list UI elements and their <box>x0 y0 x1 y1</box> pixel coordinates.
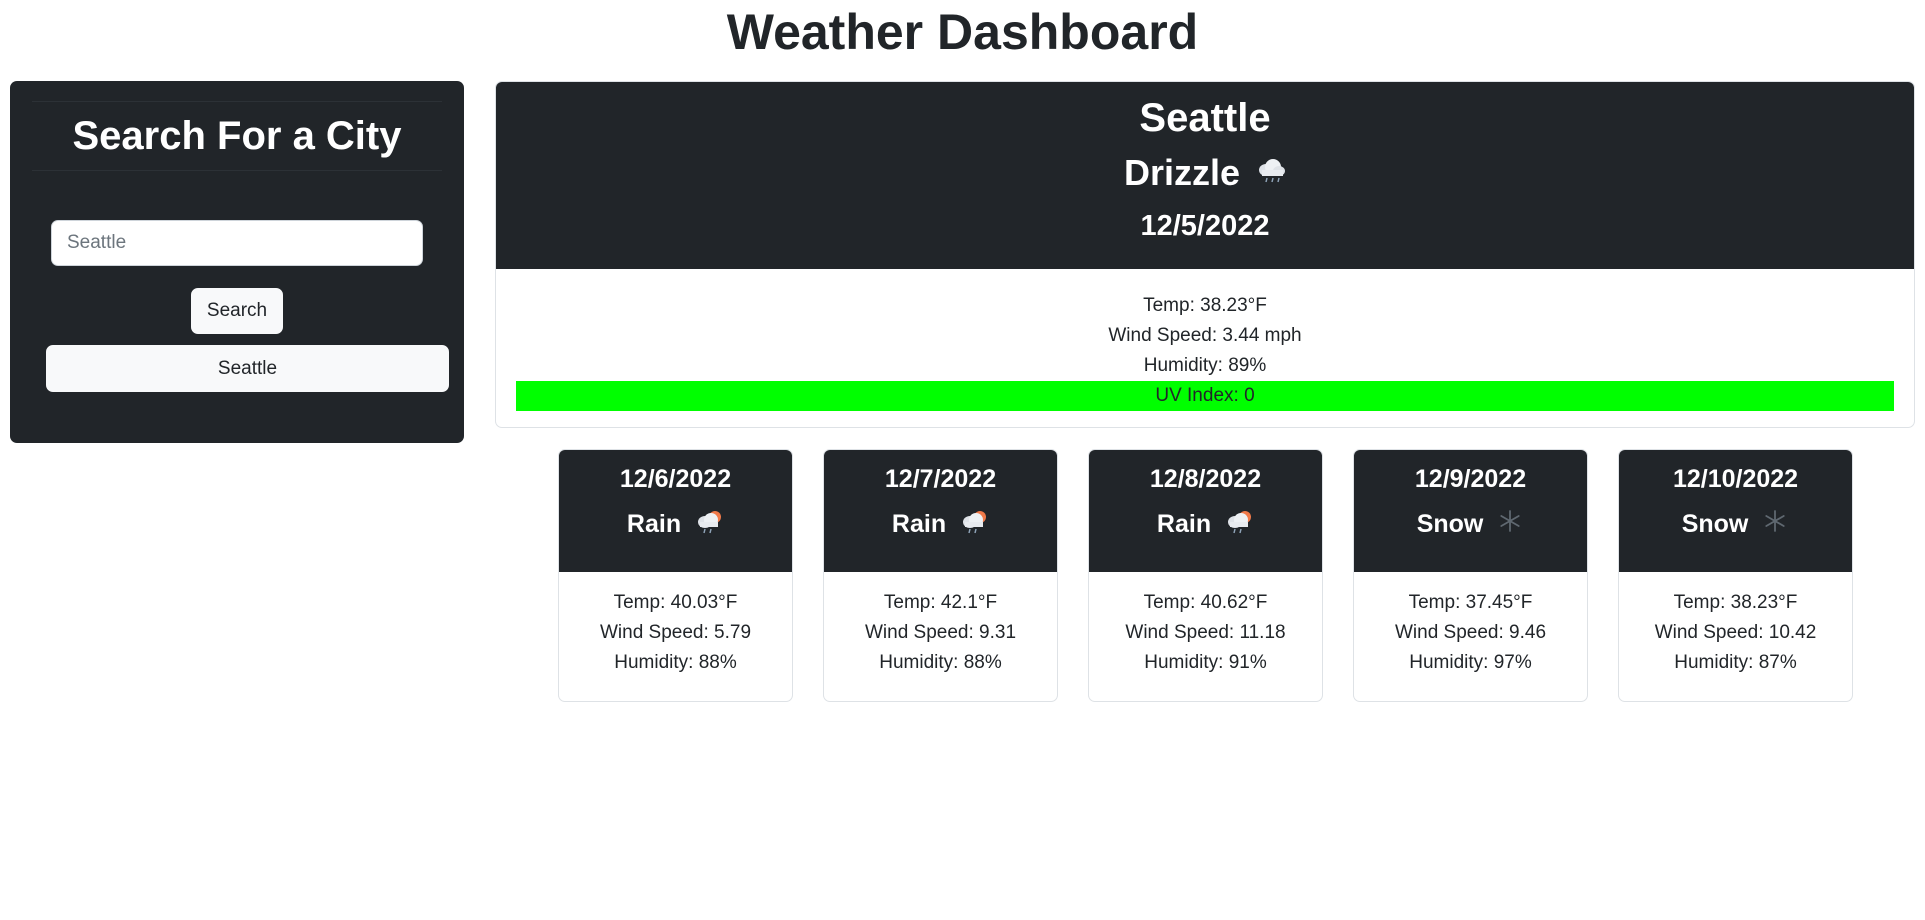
forecast-condition-label: Rain <box>626 510 682 538</box>
current-humidity: Humidity: 89% <box>1143 355 1267 376</box>
current-temp: Temp: 38.23°F <box>1143 295 1267 316</box>
forecast-humidity: Humidity: 91% <box>1144 652 1267 673</box>
forecast-card-header: 12/9/2022 Snow <box>1354 450 1587 572</box>
forecast-wind: Wind Speed: 11.18 <box>1125 622 1286 643</box>
sidebar-heading: Search For a City <box>32 101 442 171</box>
forecast-date: 12/8/2022 <box>1149 465 1262 493</box>
forecast-card: 12/7/2022 Rain Temp: 42.1°F Wind Speed: … <box>823 449 1058 702</box>
forecast-details: Temp: 40.03°F Wind Speed: 5.79 Humidity:… <box>559 588 792 678</box>
history-item-seattle[interactable]: Seattle <box>46 345 449 392</box>
forecast-humidity: Humidity: 88% <box>614 652 737 673</box>
forecast-card: 12/8/2022 Rain Temp: 40.62°F Wind Speed:… <box>1088 449 1323 702</box>
forecast-temp: Temp: 40.03°F <box>613 592 738 613</box>
forecast-card: 12/9/2022 Snow Temp: 37.45°F Wind Speed:… <box>1353 449 1588 702</box>
forecast-details: Temp: 38.23°F Wind Speed: 10.42 Humidity… <box>1619 588 1852 678</box>
current-condition: Drizzle <box>496 150 1914 198</box>
forecast-temp: Temp: 38.23°F <box>1673 592 1798 613</box>
forecast-date: 12/10/2022 <box>1672 465 1799 493</box>
uv-index-bar: UV Index: 0 <box>516 381 1894 411</box>
page-title: Weather Dashboard <box>726 4 1199 60</box>
forecast-card-header: 12/7/2022 Rain <box>824 450 1057 572</box>
forecast-humidity: Humidity: 97% <box>1409 652 1532 673</box>
forecast-details: Temp: 42.1°F Wind Speed: 9.31 Humidity: … <box>824 588 1057 678</box>
cloud-drizzle-icon <box>1256 152 1286 198</box>
forecast-wind: Wind Speed: 5.79 <box>599 622 752 643</box>
search-button[interactable]: Search <box>191 288 283 334</box>
city-search-input[interactable] <box>51 220 423 266</box>
current-wind: Wind Speed: 3.44 mph <box>1108 325 1302 346</box>
forecast-card: 12/10/2022 Snow Temp: 38.23°F Wind Speed… <box>1618 449 1853 702</box>
forecast-condition-label: Rain <box>891 510 947 538</box>
forecast-card-header: 12/6/2022 Rain <box>559 450 792 572</box>
forecast-condition-label: Rain <box>1156 510 1212 538</box>
rain-icon <box>959 507 989 544</box>
forecast-wind: Wind Speed: 9.46 <box>1394 622 1547 643</box>
forecast-humidity: Humidity: 88% <box>879 652 1002 673</box>
rain-icon <box>1224 507 1254 544</box>
current-condition-label: Drizzle <box>1123 152 1241 193</box>
forecast-wind: Wind Speed: 9.31 <box>864 622 1017 643</box>
current-city: Seattle <box>1139 96 1271 140</box>
forecast-condition-label: Snow <box>1681 510 1749 538</box>
forecast-date: 12/7/2022 <box>884 465 997 493</box>
search-sidebar: Search For a City Search Seattle <box>10 81 464 443</box>
forecast-condition-label: Snow <box>1416 510 1484 538</box>
forecast-details: Temp: 37.45°F Wind Speed: 9.46 Humidity:… <box>1354 588 1587 678</box>
rain-icon <box>694 507 724 544</box>
forecast-condition: Rain <box>824 506 1057 544</box>
current-weather-details: Temp: 38.23°F Wind Speed: 3.44 mph Humid… <box>496 269 1914 411</box>
forecast-card-header: 12/8/2022 Rain <box>1089 450 1322 572</box>
forecast-condition: Rain <box>1089 506 1322 544</box>
forecast-card: 12/6/2022 Rain Temp: 40.03°F Wind Speed:… <box>558 449 793 702</box>
current-weather-header: Seattle Drizzle 12/5/2022 <box>496 82 1914 269</box>
forecast-temp: Temp: 37.45°F <box>1408 592 1533 613</box>
forecast-temp: Temp: 42.1°F <box>883 592 998 613</box>
forecast-condition: Rain <box>559 506 792 544</box>
forecast-humidity: Humidity: 87% <box>1674 652 1797 673</box>
forecast-wind: Wind Speed: 10.42 <box>1654 622 1817 643</box>
snowflake-icon <box>1761 507 1789 544</box>
current-weather-card: Seattle Drizzle 12/5/2022 Temp: 38.23°F … <box>495 81 1915 428</box>
forecast-card-header: 12/10/2022 Snow <box>1619 450 1852 572</box>
current-date: 12/5/2022 <box>1140 210 1270 242</box>
forecast-condition: Snow <box>1619 506 1852 544</box>
forecast-condition: Snow <box>1354 506 1587 544</box>
snowflake-icon <box>1496 507 1524 544</box>
forecast-details: Temp: 40.62°F Wind Speed: 11.18 Humidity… <box>1089 588 1322 678</box>
forecast-date: 12/6/2022 <box>619 465 732 493</box>
forecast-temp: Temp: 40.62°F <box>1143 592 1268 613</box>
forecast-date: 12/9/2022 <box>1414 465 1527 493</box>
